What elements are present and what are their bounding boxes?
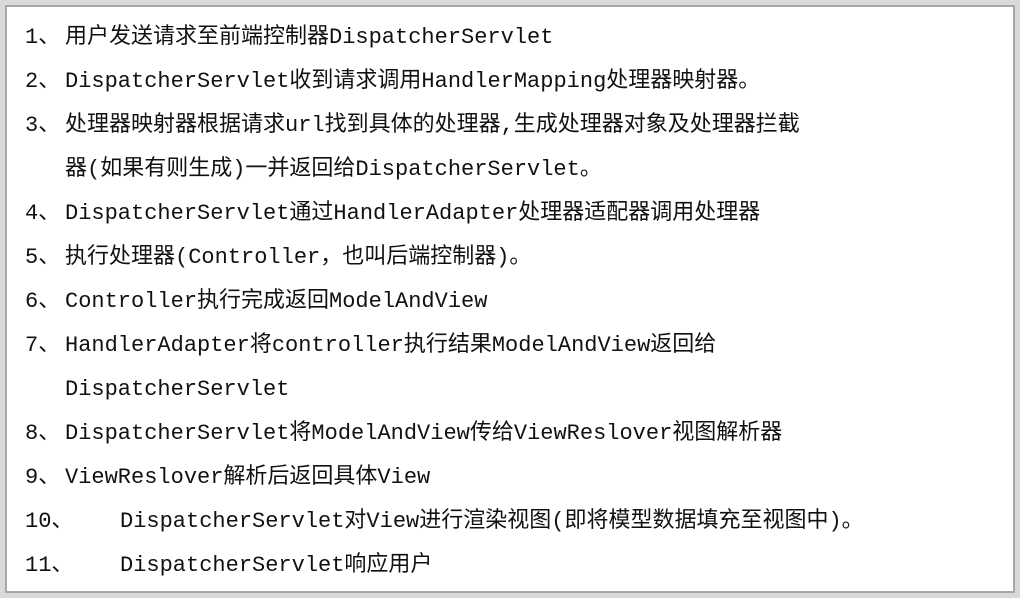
step-text: DispatcherServlet响应用户 bbox=[120, 553, 433, 578]
step-item: 2、 DispatcherServlet收到请求调用HandlerMapping处… bbox=[25, 60, 1009, 104]
step-item: 3、 处理器映射器根据请求url找到具体的处理器,生成处理器对象及处理器拦截 bbox=[25, 104, 1009, 148]
step-item: 1、 用户发送请求至前端控制器DispatcherServlet bbox=[25, 16, 1009, 60]
step-number: 9、 bbox=[25, 465, 61, 490]
step-number: 1、 bbox=[25, 25, 61, 50]
step-text: HandlerAdapter将controller执行结果ModelAndVie… bbox=[65, 333, 717, 358]
step-text: DispatcherServlet对View进行渲染视图(即将模型数据填充至视图… bbox=[120, 509, 864, 534]
step-item: 4、 DispatcherServlet通过HandlerAdapter处理器适配… bbox=[25, 192, 1009, 236]
step-number: 10、 bbox=[25, 509, 74, 534]
step-text: DispatcherServlet收到请求调用HandlerMapping处理器… bbox=[65, 69, 761, 94]
step-text-continuation: DispatcherServlet bbox=[65, 377, 290, 402]
step-number: 2、 bbox=[25, 69, 61, 94]
text-box: 1、 用户发送请求至前端控制器DispatcherServlet 2、 Dispat… bbox=[5, 5, 1015, 593]
step-item: 9、 ViewReslover解析后返回具体View bbox=[25, 456, 1009, 500]
step-text: 用户发送请求至前端控制器DispatcherServlet bbox=[65, 25, 554, 50]
step-number: 11、 bbox=[25, 553, 74, 578]
step-number: 7、 bbox=[25, 333, 61, 358]
step-item: 10、 DispatcherServlet对View进行渲染视图(即将模型数据填充… bbox=[25, 500, 1009, 544]
step-number: 6、 bbox=[25, 289, 61, 314]
step-item: 11、 DispatcherServlet响应用户 bbox=[25, 544, 1009, 587]
step-text: Controller执行完成返回ModelAndView bbox=[65, 289, 488, 314]
step-item: 7、 HandlerAdapter将controller执行结果ModelAndV… bbox=[25, 324, 1009, 368]
step-number: 8、 bbox=[25, 421, 61, 446]
step-item: 5、 执行处理器(Controller，也叫后端控制器)。 bbox=[25, 236, 1009, 280]
step-item: 6、 Controller执行完成返回ModelAndView bbox=[25, 280, 1009, 324]
step-item: 8、 DispatcherServlet将ModelAndView传给ViewRe… bbox=[25, 412, 1009, 456]
step-list: 1、 用户发送请求至前端控制器DispatcherServlet 2、 Dispat… bbox=[25, 16, 1009, 587]
step-number: 5、 bbox=[25, 245, 61, 270]
step-text: DispatcherServlet将ModelAndView传给ViewResl… bbox=[65, 421, 783, 446]
step-text: 执行处理器(Controller，也叫后端控制器)。 bbox=[65, 245, 532, 270]
step-text: DispatcherServlet通过HandlerAdapter处理器适配器调… bbox=[65, 201, 761, 226]
step-text-continuation: 器(如果有则生成)一并返回给DispatcherServlet。 bbox=[65, 157, 602, 182]
step-number: 4、 bbox=[25, 201, 61, 226]
step-text: ViewReslover解析后返回具体View bbox=[65, 465, 431, 490]
step-text: 处理器映射器根据请求url找到具体的处理器,生成处理器对象及处理器拦截 bbox=[65, 113, 800, 138]
step-number: 3、 bbox=[25, 113, 61, 138]
